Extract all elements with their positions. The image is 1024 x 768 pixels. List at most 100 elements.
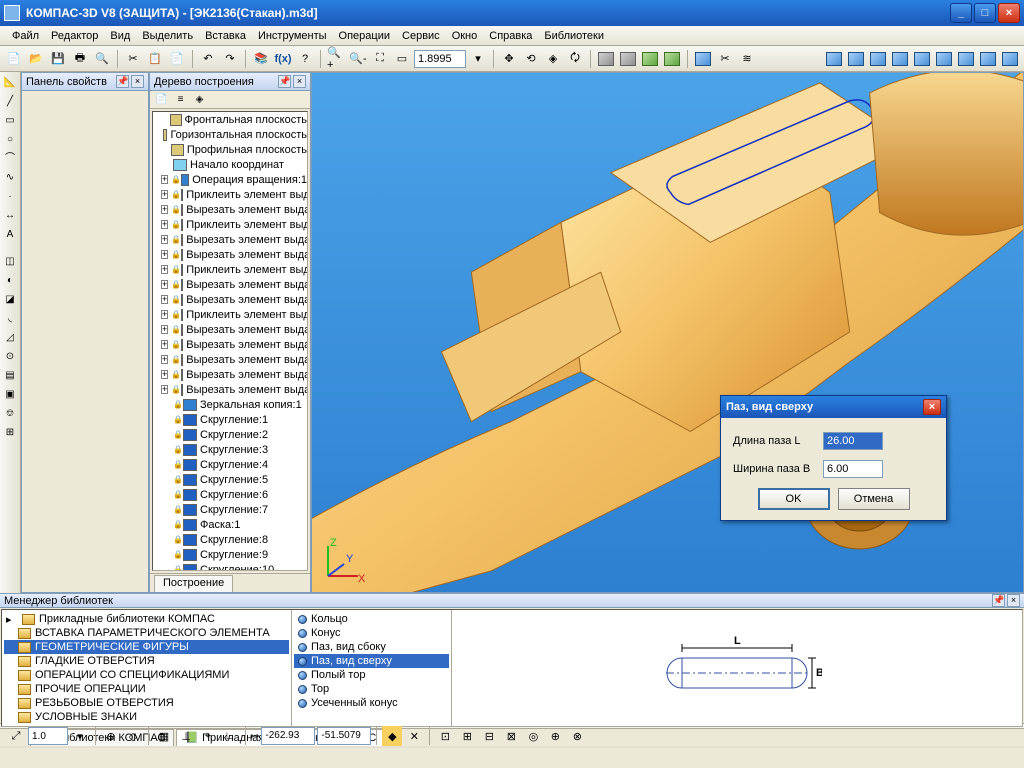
menu-tools[interactable]: Инструменты bbox=[252, 28, 333, 44]
sb-c4-icon[interactable]: ⊠ bbox=[501, 726, 521, 746]
tree-item[interactable]: +🔒Вырезать элемент выдавливания bbox=[153, 232, 307, 247]
lib-shape[interactable]: Конус bbox=[294, 626, 449, 640]
sb-constr-icon[interactable]: ∟ bbox=[220, 726, 240, 746]
vt-dim-icon[interactable]: ↔ bbox=[2, 207, 19, 224]
menu-select[interactable]: Выделить bbox=[136, 28, 199, 44]
view-bottom-icon[interactable] bbox=[934, 49, 954, 69]
tree-item[interactable]: 🔒Скругление:7 bbox=[153, 502, 307, 517]
tree-tb3-icon[interactable]: ◈ bbox=[191, 91, 208, 108]
menu-operations[interactable]: Операции bbox=[333, 28, 396, 44]
sb-grid-icon[interactable]: ▦ bbox=[154, 726, 174, 746]
sb-c3-icon[interactable]: ⊟ bbox=[479, 726, 499, 746]
tree-item[interactable]: 🔒Скругление:1 bbox=[153, 412, 307, 427]
lib-shape[interactable]: Кольцо bbox=[294, 612, 449, 626]
libmgr-close-icon[interactable]: × bbox=[1007, 594, 1020, 607]
view-back-icon[interactable] bbox=[890, 49, 910, 69]
vt-point-icon[interactable]: · bbox=[2, 188, 19, 205]
length-input[interactable] bbox=[823, 432, 883, 450]
lib-folder-list[interactable]: ▸Прикладные библиотеки КОМПАСВСТАВКА ПАР… bbox=[2, 610, 292, 726]
new-icon[interactable]: 📄 bbox=[4, 49, 24, 69]
vt-array-icon[interactable]: ⊞ bbox=[2, 424, 19, 441]
lib-folder[interactable]: РЕЗЬБОВЫЕ ОТВЕРСТИЯ bbox=[4, 696, 289, 710]
tree-item[interactable]: Горизонтальная плоскость bbox=[153, 127, 307, 142]
lib-shape[interactable]: Тор bbox=[294, 682, 449, 696]
menu-view[interactable]: Вид bbox=[104, 28, 136, 44]
sb-scale-icon[interactable]: ⤢ bbox=[6, 726, 26, 746]
wire-icon[interactable] bbox=[596, 49, 616, 69]
sb-mode1-icon[interactable]: ◆ bbox=[382, 726, 402, 746]
tree-item[interactable]: 🔒Скругление:4 bbox=[153, 457, 307, 472]
vt-fillet-icon[interactable]: ◟ bbox=[2, 310, 19, 327]
tree-item[interactable]: +🔒Приклеить элемент выдавливания bbox=[153, 307, 307, 322]
sb-ortho-icon[interactable]: ⊥ bbox=[176, 726, 196, 746]
vt-text-icon[interactable]: A bbox=[2, 226, 19, 243]
tree-item[interactable]: +🔒Вырезать элемент выдавливания bbox=[153, 352, 307, 367]
zoom-input[interactable] bbox=[414, 50, 466, 68]
lib-root[interactable]: ▸Прикладные библиотеки КОМПАС bbox=[4, 612, 289, 626]
undo-icon[interactable]: ↶ bbox=[198, 49, 218, 69]
vt-circle-icon[interactable]: ○ bbox=[2, 131, 19, 148]
tree-tb1-icon[interactable]: 📄 bbox=[153, 91, 170, 108]
view-iso-icon[interactable] bbox=[956, 49, 976, 69]
view-iso2-icon[interactable] bbox=[978, 49, 998, 69]
cut-icon[interactable]: ✂ bbox=[123, 49, 143, 69]
vt-extrude-icon[interactable]: ◫ bbox=[2, 253, 19, 270]
minimize-button[interactable]: _ bbox=[950, 3, 972, 23]
rotate-icon[interactable]: ⟲ bbox=[521, 49, 541, 69]
pan-icon[interactable]: ✥ bbox=[499, 49, 519, 69]
view-iso3-icon[interactable] bbox=[1000, 49, 1020, 69]
props-pin-icon[interactable]: 📌 bbox=[116, 75, 129, 88]
tree-item[interactable]: +🔒Приклеить элемент выдавливания bbox=[153, 262, 307, 277]
tree-item[interactable]: +🔒Приклеить элемент выдавливания bbox=[153, 217, 307, 232]
tree-item[interactable]: 🔒Скругление:6 bbox=[153, 487, 307, 502]
view-front-icon[interactable] bbox=[846, 49, 866, 69]
sb-snap1-icon[interactable]: ⊕ bbox=[101, 726, 121, 746]
props-close-icon[interactable]: × bbox=[131, 75, 144, 88]
vt-arc-icon[interactable]: ⌒ bbox=[2, 150, 19, 167]
close-button[interactable]: × bbox=[998, 3, 1020, 23]
lib-shape[interactable]: Паз, вид сбоку bbox=[294, 640, 449, 654]
hlr-icon[interactable] bbox=[618, 49, 638, 69]
tree-item[interactable]: Фронтальная плоскость bbox=[153, 112, 307, 127]
lib-shape-list[interactable]: КольцоКонусПаз, вид сбокуПаз, вид сверху… bbox=[292, 610, 452, 726]
vt-mirror-icon[interactable]: ⎊ bbox=[2, 405, 19, 422]
ok-button[interactable]: OK bbox=[758, 488, 830, 510]
lib-folder[interactable]: ГЛАДКИЕ ОТВЕРСТИЯ bbox=[4, 654, 289, 668]
menu-libraries[interactable]: Библиотеки bbox=[538, 28, 610, 44]
sb-scale-input[interactable] bbox=[28, 727, 68, 745]
tree-item[interactable]: Профильная плоскость bbox=[153, 142, 307, 157]
lib-folder[interactable]: УСЛОВНЫЕ ЗНАКИ bbox=[4, 710, 289, 724]
zoom-out-icon[interactable]: 🔍- bbox=[348, 49, 368, 69]
tree-item[interactable]: +🔒Вырезать элемент выдавливания bbox=[153, 202, 307, 217]
vt-rib-icon[interactable]: ▤ bbox=[2, 367, 19, 384]
vt-cut-icon[interactable]: ◪ bbox=[2, 291, 19, 308]
shaded-edges-icon[interactable] bbox=[662, 49, 682, 69]
menu-service[interactable]: Сервис bbox=[396, 28, 446, 44]
orient-icon[interactable]: ◈ bbox=[543, 49, 563, 69]
vt-chamfer-icon[interactable]: ◿ bbox=[2, 329, 19, 346]
help-icon[interactable]: ? bbox=[295, 49, 315, 69]
zoom-window-icon[interactable]: ▭ bbox=[392, 49, 412, 69]
tree-item[interactable]: +🔒Вырезать элемент выдавливания bbox=[153, 322, 307, 337]
vt-revolve-icon[interactable]: ◐ bbox=[2, 272, 19, 289]
sb-c7-icon[interactable]: ⊗ bbox=[567, 726, 587, 746]
tree-item[interactable]: 🔒Скругление:5 bbox=[153, 472, 307, 487]
lib-folder[interactable]: ВСТАВКА ПАРАМЕТРИЧЕСКОГО ЭЛЕМЕНТА bbox=[4, 626, 289, 640]
tree-item[interactable]: +🔒Операция вращения:1 bbox=[153, 172, 307, 187]
tree-item[interactable]: 🔒Скругление:9 bbox=[153, 547, 307, 562]
tree-item[interactable]: +🔒Вырезать элемент выдавливания bbox=[153, 367, 307, 382]
vt-shell-icon[interactable]: ▣ bbox=[2, 386, 19, 403]
dialog-close-icon[interactable]: × bbox=[923, 399, 941, 415]
tree-item[interactable]: +🔒Вырезать элемент выдавливания bbox=[153, 277, 307, 292]
vt-spline-icon[interactable]: ∿ bbox=[2, 169, 19, 186]
vt-hole-icon[interactable]: ⊙ bbox=[2, 348, 19, 365]
lib-folder[interactable]: ПРОЧИЕ ОПЕРАЦИИ bbox=[4, 682, 289, 696]
lib-shape[interactable]: Полый тор bbox=[294, 668, 449, 682]
tree-item[interactable]: 🔒Скругление:2 bbox=[153, 427, 307, 442]
zoom-dropdown-icon[interactable]: ▾ bbox=[468, 49, 488, 69]
persp-icon[interactable] bbox=[693, 49, 713, 69]
tree-item[interactable]: 🔒Скругление:8 bbox=[153, 532, 307, 547]
lib-folder[interactable]: ГЕОМЕТРИЧЕСКИЕ ФИГУРЫ bbox=[4, 640, 289, 654]
tree-item[interactable]: +🔒Вырезать элемент выдавливания bbox=[153, 337, 307, 352]
vt-line-icon[interactable]: ╱ bbox=[2, 93, 19, 110]
